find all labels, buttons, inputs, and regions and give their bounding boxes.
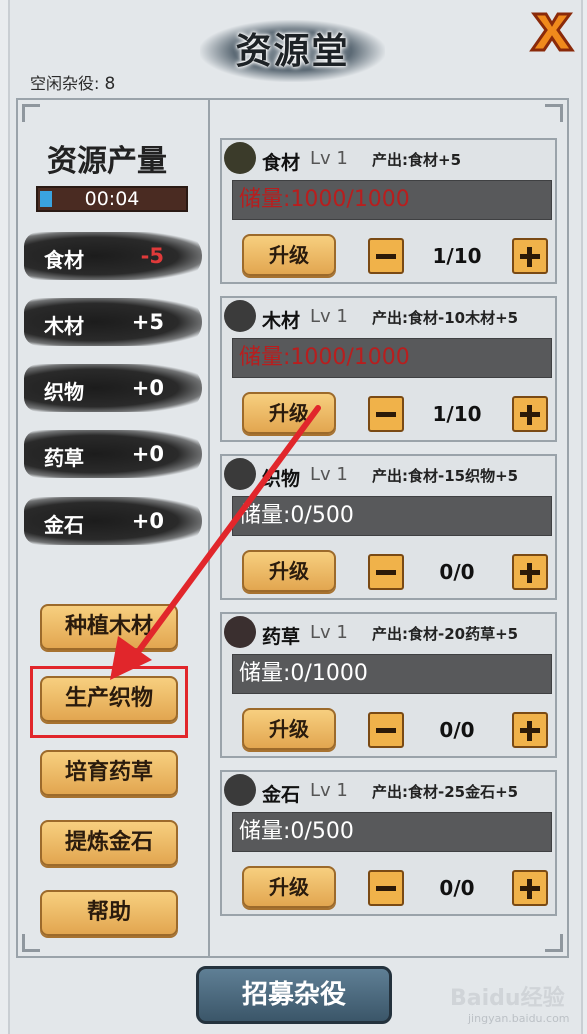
recruit-button[interactable]: 招募杂役 [196,966,392,1024]
annotation-arrow-icon [110,405,321,680]
watermark-url: jingyan.baidu.com [468,1012,570,1025]
watermark: Baidu经验 [450,986,565,1011]
